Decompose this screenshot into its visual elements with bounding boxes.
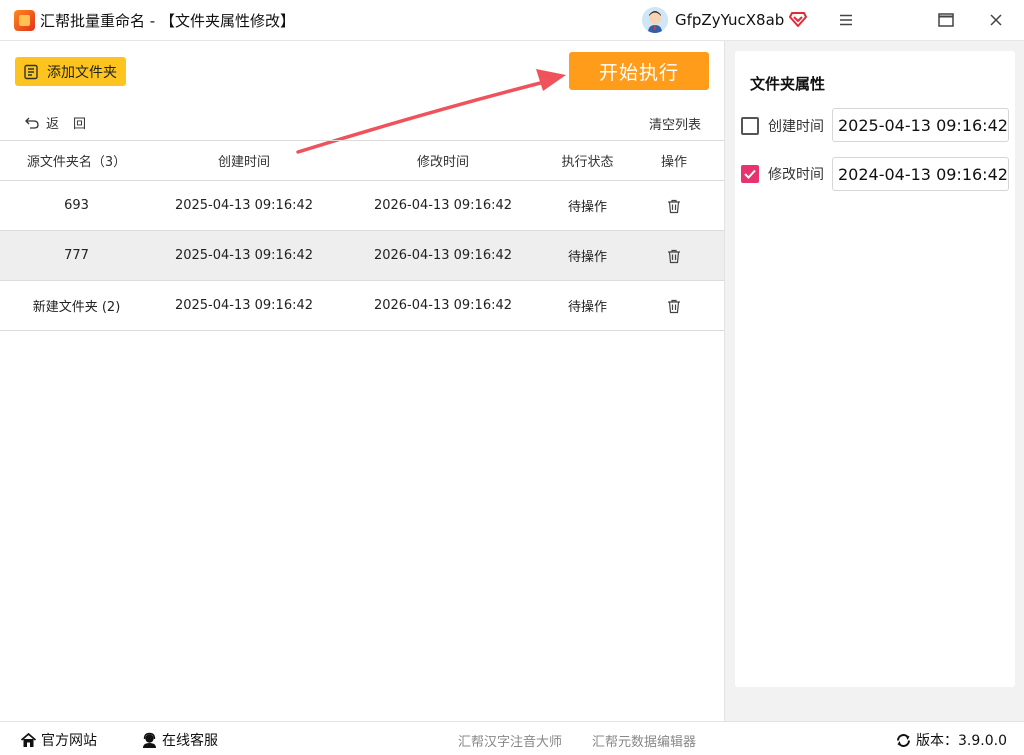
modified-time-input[interactable]: 2024-04-13 09:16:42 [832,157,1009,191]
start-execute-button[interactable]: 开始执行 [569,52,709,90]
window-title: 汇帮批量重命名 - 【文件夹属性修改】 [40,12,295,30]
username[interactable]: GfpZyYucX8ab [675,11,784,29]
header-status[interactable]: 执行状态 [551,151,624,170]
modified-time-label: 修改时间 [768,167,824,183]
trash-icon[interactable] [666,248,682,264]
row-status: 待操作 [567,200,607,215]
header-modified-time[interactable]: 修改时间 [335,151,551,170]
created-time-label: 创建时间 [768,119,824,135]
table-header: 源文件夹名（3） 创建时间 修改时间 执行状态 操作 [0,140,724,181]
refresh-icon [897,733,910,747]
vip-diamond-icon[interactable] [789,10,807,28]
table-row[interactable]: 693 2025-04-13 09:16:42 2026-04-13 09:16… [0,181,724,231]
row-modified: 2026-04-13 09:16:42 [373,298,513,313]
row-modified: 2026-04-13 09:16:42 [373,198,513,213]
add-folder-button[interactable]: 添加文件夹 [15,57,126,86]
back-button[interactable]: 返回 [24,113,100,132]
table-row[interactable]: 新建文件夹 (2) 2025-04-13 09:16:42 2026-04-13… [0,281,724,331]
online-support-label: 在线客服 [162,733,218,749]
back-label: 返回 [46,117,101,132]
official-website-link[interactable]: 官方网站 [20,730,97,750]
maximize-icon[interactable] [931,6,961,34]
official-website-label: 官方网站 [41,733,97,749]
trash-icon[interactable] [666,198,682,214]
metadata-editor-link[interactable]: 汇帮元数据编辑器 [592,731,696,750]
version-label: 版本：3.9.0.0 [916,733,1007,749]
row-name: 693 [64,198,89,213]
row-created: 2025-04-13 09:16:42 [174,198,314,213]
app-window: 汇帮批量重命名 - 【文件夹属性修改】 GfpZyYucX8ab 添加文件夹 开… [0,0,1024,755]
user-avatar[interactable] [642,7,668,33]
close-icon[interactable] [981,6,1011,34]
version-info[interactable]: 版本：3.9.0.0 [895,730,1007,750]
clear-list-button[interactable]: 清空列表 [649,114,701,133]
folder-attributes-card [735,51,1015,687]
app-logo-icon [14,10,35,31]
created-time-input[interactable]: 2025-04-13 09:16:42 [832,108,1009,142]
row-name: 新建文件夹 (2) [32,300,121,315]
header-actions: 操作 [660,155,687,170]
folder-table: 源文件夹名（3） 创建时间 修改时间 执行状态 操作 693 2025-04-1… [0,140,724,331]
header-source-name[interactable]: 源文件夹名（3） [0,151,153,170]
table-row[interactable]: 777 2025-04-13 09:16:42 2026-04-13 09:16… [0,231,724,281]
add-folder-label: 添加文件夹 [47,64,117,81]
row-name: 777 [64,248,89,263]
home-icon [20,732,37,747]
row-status: 待操作 [567,300,607,315]
row-created: 2025-04-13 09:16:42 [174,298,314,313]
menu-icon[interactable] [831,6,861,34]
row-actions [624,298,724,314]
file-list-panel: 添加文件夹 开始执行 返回 清空列表 源文件夹名（3） 创建时间 修改时间 执行… [0,41,724,721]
row-created: 2025-04-13 09:16:42 [174,248,314,263]
row-status: 待操作 [567,250,607,265]
title-bar: 汇帮批量重命名 - 【文件夹属性修改】 GfpZyYucX8ab [0,0,1024,41]
created-time-checkbox[interactable] [741,117,759,135]
header-created-time[interactable]: 创建时间 [153,151,335,170]
trash-icon[interactable] [666,298,682,314]
folder-list-icon [24,64,38,79]
back-arrow-icon [25,117,39,129]
modified-time-option[interactable]: 修改时间 [741,157,831,191]
folder-attributes-title: 文件夹属性 [750,75,826,93]
status-bar: 官方网站 在线客服 汇帮汉字注音大师 汇帮元数据编辑器 版本：3.9.0.0 [0,721,1024,755]
row-actions [624,198,724,214]
row-actions [624,248,724,264]
pinyin-tool-link[interactable]: 汇帮汉字注音大师 [458,731,562,750]
checkmark-icon [744,169,756,179]
created-time-option[interactable]: 创建时间 [741,109,831,143]
row-modified: 2026-04-13 09:16:42 [373,248,513,263]
online-support-link[interactable]: 在线客服 [141,730,218,750]
modified-time-checkbox[interactable] [741,165,759,183]
support-agent-icon [143,732,156,748]
